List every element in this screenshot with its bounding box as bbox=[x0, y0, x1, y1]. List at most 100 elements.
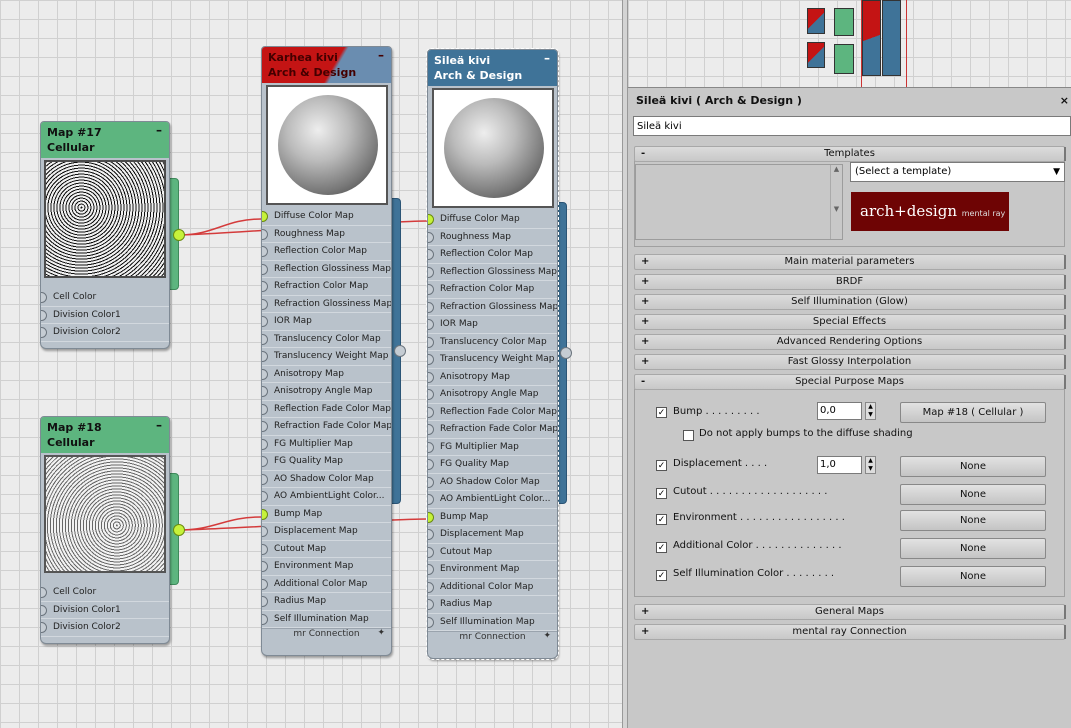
silea-output-socket[interactable] bbox=[560, 347, 572, 359]
socket-dot-icon[interactable] bbox=[428, 616, 434, 628]
rollout-main-material-parameters[interactable]: + Main material parameters bbox=[634, 254, 1066, 270]
karhea-socket[interactable]: Translucency Weight Map bbox=[262, 348, 391, 366]
map17-node[interactable]: Map #17 Cellular – Cell Color Division C… bbox=[40, 121, 170, 349]
socket-dot-icon[interactable] bbox=[41, 327, 47, 338]
socket-dot-icon[interactable] bbox=[428, 546, 434, 558]
silea-header[interactable]: Sileä kivi Arch & Design – bbox=[428, 50, 557, 86]
silea-socket[interactable]: Reflection Color Map bbox=[428, 246, 557, 264]
karhea-socket[interactable]: AO Shadow Color Map bbox=[262, 471, 391, 488]
rollout-fast-glossy-interpolation[interactable]: + Fast Glossy Interpolation bbox=[634, 354, 1066, 370]
socket-dot-icon[interactable] bbox=[262, 211, 268, 222]
socket-dot-icon[interactable] bbox=[428, 476, 434, 488]
socket-dot-icon[interactable] bbox=[428, 389, 434, 400]
rollout-special-effects[interactable]: + Special Effects bbox=[634, 314, 1066, 330]
socket-dot-icon[interactable] bbox=[262, 246, 268, 257]
additional-color-map-button[interactable]: None bbox=[900, 538, 1046, 559]
silea-socket[interactable]: AO AmbientLight Color... bbox=[428, 491, 557, 509]
karhea-socket[interactable]: Radius Map bbox=[262, 593, 391, 611]
karhea-socket[interactable]: Reflection Fade Color Map bbox=[262, 401, 391, 418]
silea-socket[interactable]: Additional Color Map bbox=[428, 579, 557, 596]
socket-dot-icon[interactable] bbox=[428, 424, 434, 435]
expand-arrow-icon[interactable]: ✦ bbox=[543, 631, 551, 641]
self-illumination-color-map-button[interactable]: None bbox=[900, 566, 1046, 587]
socket-dot-icon[interactable] bbox=[428, 371, 434, 383]
map17-output-socket[interactable] bbox=[173, 229, 185, 241]
cutout-checkbox[interactable]: ✓ bbox=[656, 488, 667, 499]
socket-dot-icon[interactable] bbox=[262, 298, 268, 310]
socket-dot-icon[interactable] bbox=[428, 249, 434, 260]
socket-division-color1[interactable]: Division Color1 bbox=[41, 602, 169, 619]
karhea-socket[interactable]: IOR Map bbox=[262, 313, 391, 331]
karhea-socket[interactable]: Refraction Glossiness Map bbox=[262, 296, 391, 313]
rollout-brdf[interactable]: + BRDF bbox=[634, 274, 1066, 290]
silea-socket[interactable]: Diffuse Color Map bbox=[428, 211, 557, 229]
additional-color-checkbox[interactable]: ✓ bbox=[656, 542, 667, 553]
socket-dot-icon[interactable] bbox=[428, 441, 434, 453]
chevron-down-icon[interactable]: ▼ bbox=[1053, 163, 1060, 181]
socket-division-color2[interactable]: Division Color2 bbox=[41, 619, 169, 637]
socket-dot-icon[interactable] bbox=[428, 511, 434, 523]
silea-socket[interactable]: Cutout Map bbox=[428, 544, 557, 561]
socket-dot-icon[interactable] bbox=[262, 613, 268, 625]
socket-dot-icon[interactable] bbox=[428, 494, 434, 505]
minimize-icon[interactable]: – bbox=[544, 51, 550, 66]
karhea-socket[interactable]: Anisotropy Angle Map bbox=[262, 383, 391, 401]
socket-dot-icon[interactable] bbox=[428, 319, 434, 330]
silea-socket[interactable]: Displacement Map bbox=[428, 526, 557, 544]
silea-socket[interactable]: Refraction Fade Color Map bbox=[428, 421, 557, 439]
socket-dot-icon[interactable] bbox=[428, 301, 434, 313]
karhea-output-socket[interactable] bbox=[394, 345, 406, 357]
socket-dot-icon[interactable] bbox=[428, 214, 434, 225]
socket-dot-icon[interactable] bbox=[262, 263, 268, 275]
self-illumination-color-checkbox[interactable]: ✓ bbox=[656, 570, 667, 581]
socket-dot-icon[interactable] bbox=[262, 578, 268, 590]
socket-dot-icon[interactable] bbox=[262, 543, 268, 555]
silea-socket[interactable]: Translucency Color Map bbox=[428, 334, 557, 351]
socket-dot-icon[interactable] bbox=[41, 587, 47, 598]
bump-map-button[interactable]: Map #18 ( Cellular ) bbox=[900, 402, 1046, 423]
bump-amount-spinner[interactable]: 0,0 bbox=[817, 402, 862, 420]
karhea-material-node[interactable]: Karhea kivi Arch & Design – Diffuse Colo… bbox=[261, 46, 392, 656]
rollout-advanced-rendering-options[interactable]: + Advanced Rendering Options bbox=[634, 334, 1066, 350]
navigator-view[interactable] bbox=[628, 0, 1071, 88]
rollout-general-maps[interactable]: + General Maps bbox=[634, 604, 1066, 620]
silea-socket[interactable]: Anisotropy Map bbox=[428, 369, 557, 386]
expand-arrow-icon[interactable]: ✦ bbox=[377, 628, 385, 638]
silea-socket[interactable]: Reflection Glossiness Map bbox=[428, 264, 557, 281]
cutout-map-button[interactable]: None bbox=[900, 484, 1046, 505]
scrollbar[interactable]: ▲ ▼ bbox=[830, 165, 842, 239]
socket-dot-icon[interactable] bbox=[428, 284, 434, 295]
close-icon[interactable]: × bbox=[1060, 94, 1069, 107]
socket-dot-icon[interactable] bbox=[262, 456, 268, 467]
socket-dot-icon[interactable] bbox=[428, 354, 434, 365]
silea-material-node[interactable]: Sileä kivi Arch & Design – Diffuse Color… bbox=[426, 48, 559, 660]
map18-output-socket[interactable] bbox=[173, 524, 185, 536]
silea-footer[interactable]: mr Connection ✦ bbox=[428, 631, 557, 643]
karhea-footer[interactable]: mr Connection ✦ bbox=[262, 628, 391, 640]
silea-socket[interactable]: Bump Map bbox=[428, 509, 557, 526]
socket-dot-icon[interactable] bbox=[262, 596, 268, 607]
karhea-socket[interactable]: Bump Map bbox=[262, 506, 391, 523]
socket-dot-icon[interactable] bbox=[428, 459, 434, 470]
spinner-arrows-icon[interactable]: ▲ ▼ bbox=[865, 456, 876, 474]
karhea-socket[interactable]: Refraction Fade Color Map bbox=[262, 418, 391, 436]
socket-dot-icon[interactable] bbox=[262, 561, 268, 572]
node-graph-canvas[interactable]: Map #17 Cellular – Cell Color Division C… bbox=[0, 0, 622, 728]
socket-dot-icon[interactable] bbox=[262, 403, 268, 415]
karhea-socket[interactable]: FG Multiplier Map bbox=[262, 436, 391, 453]
socket-dot-icon[interactable] bbox=[262, 386, 268, 397]
material-name-input[interactable] bbox=[633, 116, 1071, 136]
socket-dot-icon[interactable] bbox=[428, 564, 434, 575]
silea-socket[interactable]: FG Quality Map bbox=[428, 456, 557, 474]
karhea-socket[interactable]: Diffuse Color Map bbox=[262, 208, 391, 226]
silea-socket[interactable]: FG Multiplier Map bbox=[428, 439, 557, 456]
socket-dot-icon[interactable] bbox=[428, 529, 434, 540]
karhea-socket[interactable]: Translucency Color Map bbox=[262, 331, 391, 348]
socket-dot-icon[interactable] bbox=[428, 336, 434, 348]
karhea-socket[interactable]: Cutout Map bbox=[262, 541, 391, 558]
socket-dot-icon[interactable] bbox=[262, 333, 268, 345]
socket-dot-icon[interactable] bbox=[262, 508, 268, 520]
karhea-socket[interactable]: Reflection Color Map bbox=[262, 243, 391, 261]
displacement-map-button[interactable]: None bbox=[900, 456, 1046, 477]
silea-socket[interactable]: IOR Map bbox=[428, 316, 557, 334]
